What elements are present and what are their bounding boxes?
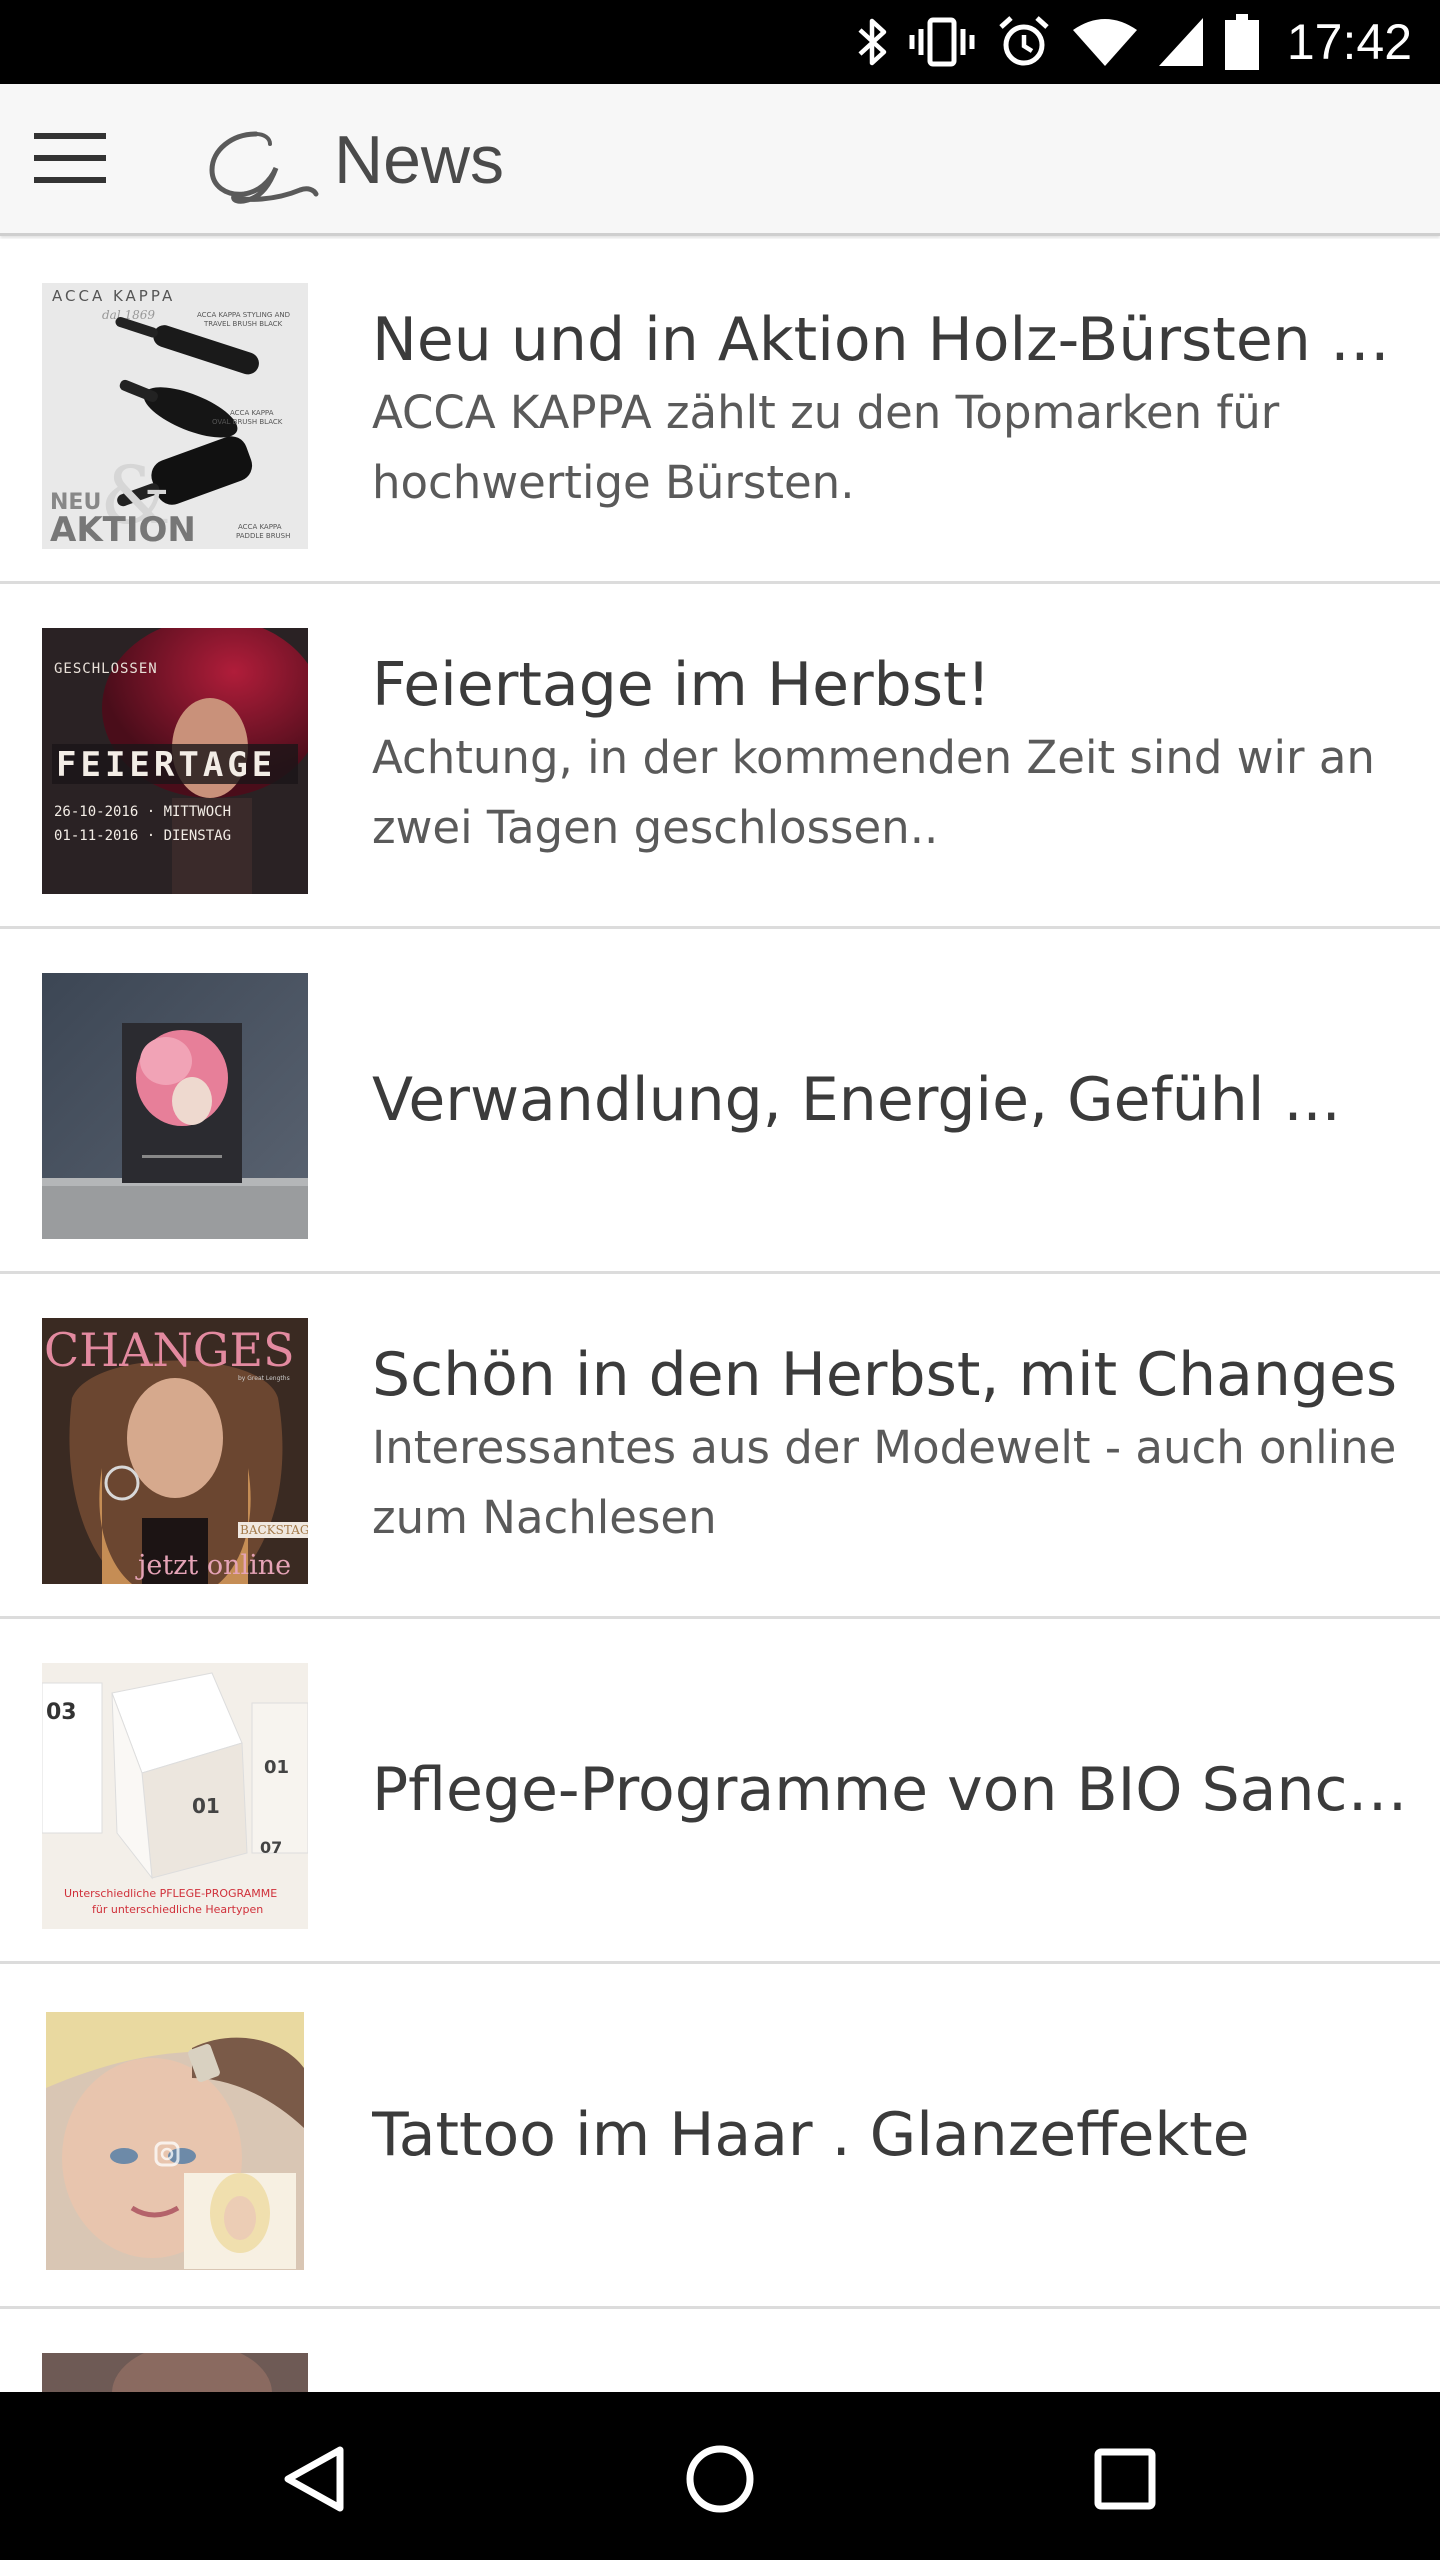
- brand-logo-icon: [204, 124, 322, 206]
- news-item[interactable]: Tattoo im Haar . Glanzeffekte: [0, 1964, 1440, 2309]
- back-triangle-icon: [280, 2444, 350, 2518]
- thumb-brand: ACCA KAPPA: [52, 287, 175, 305]
- news-title: Verwandlung, Energie, Gefühl ...: [372, 1065, 1341, 1135]
- alarm-icon: [997, 15, 1051, 69]
- cell-signal-icon: [1158, 18, 1203, 66]
- news-item[interactable]: [0, 2309, 1440, 2392]
- news-description: Achtung, in der kommenden Zeit sind wir …: [372, 731, 1375, 854]
- news-description: Interessantes aus der Modewelt - auch on…: [372, 1421, 1397, 1544]
- battery-icon: [1224, 14, 1259, 70]
- news-thumbnail: [42, 2008, 308, 2274]
- news-item[interactable]: CHANGES by Great Lengths BACKSTAGE jetzt…: [0, 1274, 1440, 1619]
- svg-text:ACCA KAPPA STYLING AND: ACCA KAPPA STYLING AND: [197, 311, 290, 319]
- news-thumbnail: [42, 2353, 308, 2392]
- status-bar: 17:42: [0, 0, 1440, 84]
- news-title: Neu und in Aktion Holz-Bürsten Acca Kapp…: [372, 305, 1412, 375]
- hamburger-menu-icon: [34, 131, 106, 189]
- bluetooth-icon: [857, 16, 887, 68]
- status-icons: 17:42: [857, 0, 1412, 84]
- news-list: ACCA KAPPA dal 1869 ACCA KAPPA STYLING A…: [0, 239, 1440, 2392]
- news-text: Tattoo im Haar . Glanzeffekte: [372, 1964, 1412, 2306]
- news-title: Schön in den Herbst, mit Changes: [372, 1340, 1398, 1410]
- svg-text:01: 01: [192, 1794, 220, 1818]
- status-time: 17:42: [1286, 14, 1412, 70]
- svg-text:ACCA KAPPA: ACCA KAPPA: [238, 523, 282, 531]
- svg-text:OVAL BRUSH BLACK: OVAL BRUSH BLACK: [212, 418, 283, 426]
- svg-text:BACKSTAGE: BACKSTAGE: [240, 1523, 308, 1537]
- svg-text:AKTION: AKTION: [50, 510, 196, 549]
- svg-text:03: 03: [46, 1700, 77, 1725]
- vibrate-icon: [909, 16, 975, 68]
- news-item[interactable]: ACCA KAPPA dal 1869 ACCA KAPPA STYLING A…: [0, 239, 1440, 584]
- page-title: News: [334, 122, 505, 198]
- recents-square-icon: [1093, 2447, 1157, 2515]
- news-title: Feiertage im Herbst!: [372, 650, 991, 720]
- svg-text:TRAVEL BRUSH BLACK: TRAVEL BRUSH BLACK: [203, 320, 283, 328]
- news-item[interactable]: GESCHLOSSEN FEIERTAGE 26-10-2016 · MITTW…: [0, 584, 1440, 929]
- svg-text:07: 07: [260, 1838, 282, 1857]
- news-item[interactable]: 03 01 01 07 Unterschiedliche PFLEGE-PROG…: [0, 1619, 1440, 1964]
- svg-text:by Great Lengths: by Great Lengths: [238, 1375, 290, 1382]
- news-title: Tattoo im Haar . Glanzeffekte: [372, 2100, 1250, 2170]
- svg-text:CHANGES: CHANGES: [44, 1323, 295, 1377]
- news-description: ACCA KAPPA zählt zu den Topmarken für ho…: [372, 386, 1280, 509]
- news-text: [372, 2309, 1412, 2392]
- svg-text:Unterschiedliche PFLEGE-PROGRA: Unterschiedliche PFLEGE-PROGRAMME: [64, 1887, 277, 1900]
- news-thumbnail: [42, 973, 308, 1239]
- back-button[interactable]: [270, 2436, 360, 2526]
- svg-text:ACCA KAPPA: ACCA KAPPA: [230, 409, 274, 417]
- menu-button[interactable]: [30, 124, 110, 196]
- svg-text:für unterschiedliche Heartypen: für unterschiedliche Heartypen: [92, 1903, 263, 1916]
- news-text: Neu und in Aktion Holz-Bürsten Acca Kapp…: [372, 239, 1412, 581]
- svg-text:01: 01: [264, 1757, 289, 1778]
- svg-text:GESCHLOSSEN: GESCHLOSSEN: [54, 661, 158, 677]
- news-thumbnail: 03 01 01 07 Unterschiedliche PFLEGE-PROG…: [42, 1663, 308, 1929]
- svg-text:jetzt online: jetzt online: [135, 1550, 291, 1581]
- news-text: Feiertage im Herbst! Achtung, in der kom…: [372, 584, 1412, 926]
- news-text: Schön in den Herbst, mit Changes Interes…: [372, 1274, 1412, 1616]
- svg-text:01-11-2016 · DIENSTAG: 01-11-2016 · DIENSTAG: [54, 828, 231, 844]
- app-bar: News: [0, 84, 1440, 236]
- news-text: Pflege-Programme von BIO Sanctuary: [372, 1619, 1412, 1961]
- home-circle-icon: [684, 2443, 756, 2519]
- news-title: Pflege-Programme von BIO Sanctuary: [372, 1755, 1412, 1825]
- svg-text:26-10-2016 · MITTWOCH: 26-10-2016 · MITTWOCH: [54, 804, 231, 820]
- recents-button[interactable]: [1080, 2436, 1170, 2526]
- news-thumbnail: ACCA KAPPA dal 1869 ACCA KAPPA STYLING A…: [42, 283, 308, 549]
- wifi-icon: [1072, 18, 1137, 66]
- news-thumbnail: CHANGES by Great Lengths BACKSTAGE jetzt…: [42, 1318, 308, 1584]
- news-thumbnail: GESCHLOSSEN FEIERTAGE 26-10-2016 · MITTW…: [42, 628, 308, 894]
- news-text: Verwandlung, Energie, Gefühl ...: [372, 929, 1412, 1271]
- news-item[interactable]: Verwandlung, Energie, Gefühl ...: [0, 929, 1440, 1274]
- navigation-bar: [0, 2392, 1440, 2560]
- svg-text:PADDLE BRUSH: PADDLE BRUSH: [236, 532, 290, 540]
- svg-text:FEIERTAGE: FEIERTAGE: [56, 745, 276, 785]
- home-button[interactable]: [675, 2436, 765, 2526]
